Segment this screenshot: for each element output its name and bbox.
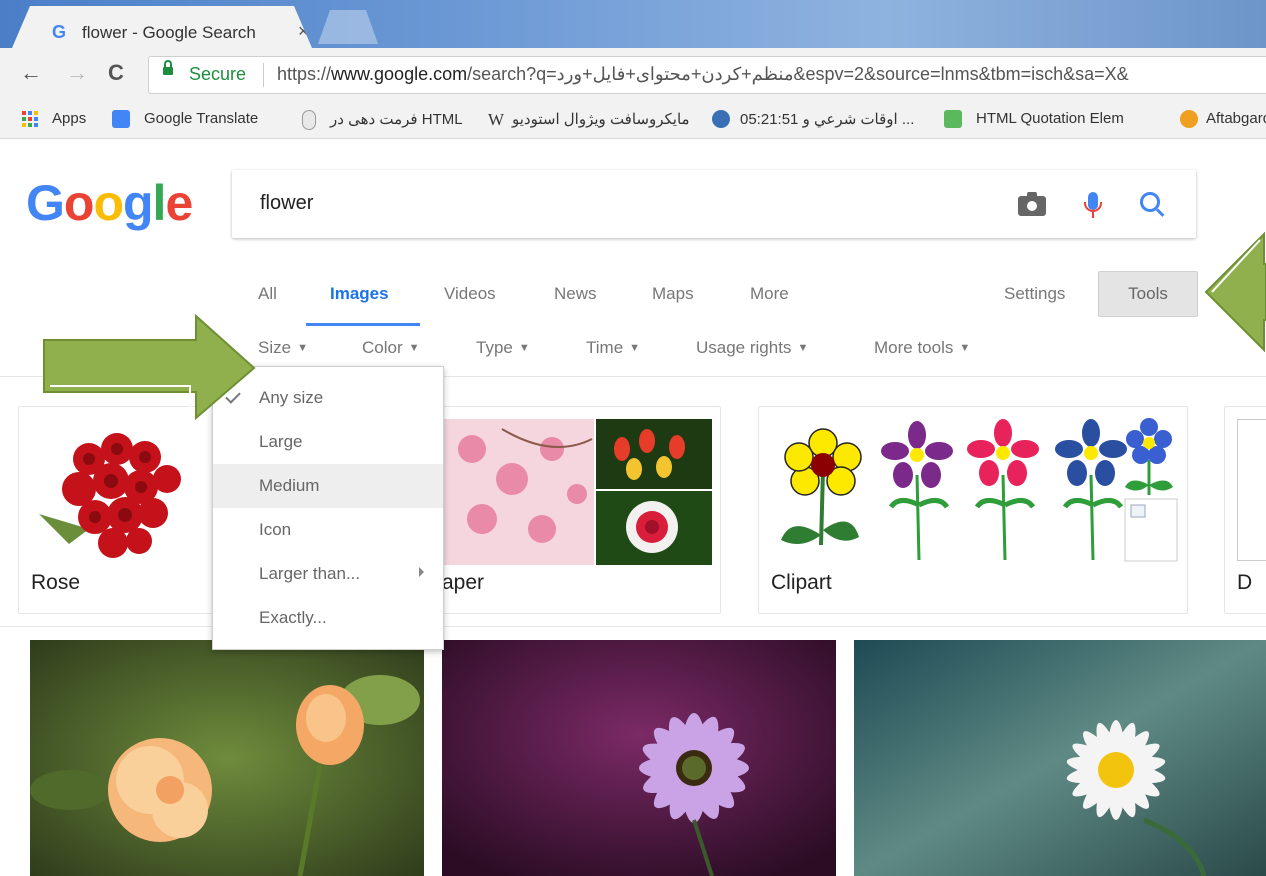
chevron-down-icon: ▼ — [297, 342, 308, 354]
color-filter[interactable]: Color ▼ — [362, 338, 420, 358]
broken-image-icon — [1237, 419, 1266, 561]
w3schools-icon — [944, 110, 962, 128]
card-wallpaper[interactable]: aper — [420, 406, 721, 614]
bookmark-aftabgardan[interactable]: Aftabgardan — [1206, 110, 1266, 127]
google-favicon-icon: G — [52, 22, 67, 42]
tools-button[interactable]: Tools — [1098, 271, 1198, 317]
tab-images[interactable]: Images — [330, 284, 389, 304]
search-icon[interactable] — [1140, 192, 1160, 212]
address-separator — [263, 63, 264, 87]
card-label: D — [1237, 571, 1253, 594]
card-partial[interactable]: D — [1224, 406, 1266, 614]
chevron-down-icon: ▼ — [629, 342, 641, 354]
search-box[interactable]: flower — [232, 170, 1196, 238]
secure-label: Secure — [189, 64, 247, 84]
sunflower-icon — [1180, 110, 1198, 128]
google-translate-icon — [112, 110, 130, 128]
more-tools-filter[interactable]: More tools ▼ — [874, 338, 970, 358]
size-option-exactly[interactable]: Exactly... — [213, 596, 443, 640]
browser-tab[interactable]: G flower - Google Search × — [12, 6, 312, 48]
size-filter[interactable]: Size ▼ — [258, 338, 308, 358]
chevron-down-icon: ▼ — [797, 342, 809, 354]
usage-rights-filter[interactable]: Usage rights ▼ — [696, 338, 808, 358]
new-tab-button[interactable] — [318, 10, 378, 44]
wallpaper-collage-image — [442, 419, 712, 565]
tab-title: flower - Google Search — [82, 23, 256, 42]
lock-icon — [163, 60, 173, 75]
settings-link[interactable]: Settings — [1004, 284, 1065, 304]
size-option-larger-than[interactable]: Larger than... — [213, 552, 443, 596]
result-image-rose[interactable] — [30, 640, 424, 876]
orange-rose-photo — [30, 640, 424, 876]
mouse-icon — [302, 110, 316, 130]
arrow-left-icon — [1204, 231, 1266, 353]
tab-videos[interactable]: Videos — [444, 284, 496, 304]
size-option-large[interactable]: Large — [213, 420, 443, 464]
tab-more[interactable]: More — [750, 284, 789, 304]
result-image-daisy-purple[interactable] — [442, 640, 836, 876]
google-logo[interactable]: Google — [26, 174, 193, 232]
apps-icon[interactable] — [22, 111, 38, 127]
result-image-daisy-white[interactable] — [854, 640, 1266, 876]
arrow-right-icon — [43, 313, 256, 421]
chevron-down-icon: ▼ — [408, 342, 420, 354]
microphone-icon[interactable] — [1084, 192, 1102, 218]
globe-icon — [712, 110, 730, 128]
rose-bouquet-image — [29, 419, 219, 565]
time-filter[interactable]: Time ▼ — [586, 338, 640, 358]
tab-maps[interactable]: Maps — [652, 284, 694, 304]
bookmark-html-quotation[interactable]: HTML Quotation Elem — [976, 110, 1124, 127]
browser-toolbar: ← → C Secure https://www.google.com/sear… — [0, 48, 1266, 100]
url-text[interactable]: https://www.google.com/search?q=منظم+کرد… — [277, 64, 1129, 85]
bookmark-prayer-times[interactable]: 05:21:51 اوقات شرعي و ... — [740, 110, 914, 128]
card-label: Rose — [31, 571, 81, 594]
tab-news[interactable]: News — [554, 284, 597, 304]
forward-icon[interactable]: → — [66, 60, 88, 86]
card-rose[interactable]: Rose — [18, 406, 230, 614]
bookmark-visual-studio[interactable]: مایکروسافت ویژوال استودیو — [512, 110, 690, 128]
tab-strip: G flower - Google Search × — [0, 0, 1266, 48]
chevron-right-icon — [419, 567, 424, 577]
card-clipart[interactable]: Clipart — [758, 406, 1188, 614]
back-icon[interactable]: ← — [20, 60, 42, 86]
tab-all[interactable]: All — [258, 284, 277, 304]
chevron-down-icon: ▼ — [959, 342, 971, 354]
size-option-medium[interactable]: Medium — [213, 464, 443, 508]
reload-icon[interactable]: C — [108, 60, 124, 86]
card-label: aper — [442, 571, 485, 594]
divider — [0, 626, 1266, 627]
bookmarks-bar: Apps Google Translate فرمت دهی در HTML W… — [0, 100, 1266, 139]
address-bar[interactable]: Secure https://www.google.com/search?q=م… — [148, 56, 1266, 94]
camera-icon[interactable] — [1018, 192, 1046, 216]
clipart-flowers-image — [781, 418, 1178, 562]
purple-daisy-photo — [442, 640, 836, 876]
white-daisy-photo — [854, 640, 1266, 876]
card-label: Clipart — [771, 571, 832, 594]
chevron-down-icon: ▼ — [518, 342, 530, 354]
bookmark-google-translate[interactable]: Google Translate — [144, 110, 258, 127]
type-filter[interactable]: Type ▼ — [476, 338, 530, 358]
bookmark-html-format[interactable]: فرمت دهی در HTML — [330, 110, 463, 128]
tab-close-icon[interactable]: × — [298, 21, 309, 42]
wikipedia-icon: W — [488, 110, 505, 129]
size-option-icon[interactable]: Icon — [213, 508, 443, 552]
bookmark-apps[interactable]: Apps — [52, 110, 86, 127]
active-tab-indicator — [306, 323, 420, 326]
search-input[interactable]: flower — [260, 192, 313, 215]
